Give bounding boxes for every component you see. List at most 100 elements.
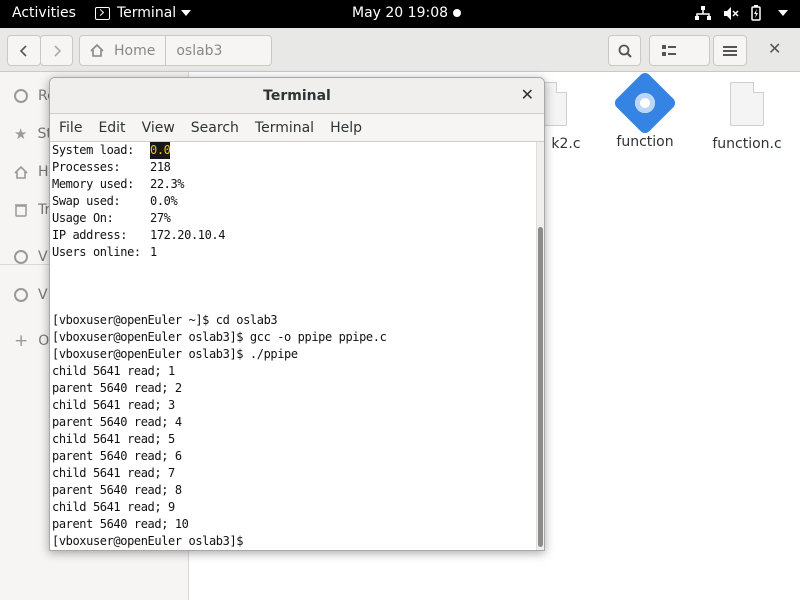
sidebar-item-label: O	[38, 333, 50, 349]
network-icon	[695, 5, 711, 20]
path-current[interactable]: oslab3	[166, 36, 271, 65]
file-name: function	[616, 134, 674, 150]
clock[interactable]: May 20 19:08	[352, 5, 448, 21]
search-button[interactable]	[608, 35, 641, 66]
terminal-line: parent 5640 read; 2	[52, 381, 182, 395]
sysinfo-value: 22.3%	[150, 177, 185, 191]
sysinfo-label: Memory used:	[52, 177, 134, 191]
document-icon	[730, 82, 764, 126]
system-menu-chevron-icon	[778, 10, 788, 16]
hamburger-icon	[723, 45, 737, 56]
clock-icon	[14, 89, 28, 103]
sidebar-item-volume-1[interactable]: VI	[14, 247, 52, 267]
scrollbar-thumb[interactable]	[538, 227, 543, 547]
sidebar-item-volume-2[interactable]: VI	[14, 285, 52, 305]
path-bar[interactable]: Home oslab3	[79, 35, 272, 66]
terminal-icon	[95, 6, 110, 20]
sidebar-item-trash[interactable]: Tr	[14, 200, 50, 220]
sysinfo-row: Swap used: 0.0%	[52, 193, 178, 210]
terminal-line: child 5641 read; 5	[52, 432, 175, 446]
sysinfo-label: System load:	[52, 143, 134, 157]
terminal-menubar: File Edit View Search Terminal Help	[50, 114, 544, 142]
sysinfo-value: 172.20.10.4	[150, 228, 226, 242]
sysinfo-label: IP address:	[52, 228, 128, 242]
system-tray[interactable]	[695, 5, 788, 21]
file-name: k2.c	[551, 136, 581, 152]
terminal-output[interactable]: System load: 0.0 Processes: 218 Memory use…	[50, 142, 536, 550]
terminal-prompt-line: [vboxuser@openEuler oslab3]$	[52, 534, 244, 548]
sidebar-item-label: H	[38, 164, 49, 180]
menu-view[interactable]: View	[142, 120, 175, 136]
path-current-label: oslab3	[176, 42, 223, 59]
terminal-line: child 5641 read; 7	[52, 466, 175, 480]
sysinfo-value: 0.0	[150, 142, 171, 159]
menu-terminal[interactable]: Terminal	[255, 120, 314, 136]
terminal-line: child 5641 read; 3	[52, 398, 175, 412]
sysinfo-row: Memory used: 22.3%	[52, 176, 185, 193]
app-menu[interactable]: Terminal	[95, 5, 192, 21]
sidebar-item-home[interactable]: H	[14, 162, 49, 182]
sysinfo-value: 0.0%	[150, 194, 178, 208]
terminal-line: [vboxuser@openEuler ~]$ cd oslab3	[52, 313, 278, 327]
menu-file[interactable]: File	[59, 120, 82, 136]
sysinfo-label: Processes:	[52, 160, 121, 174]
disc-icon	[14, 288, 28, 302]
executable-icon	[612, 70, 678, 136]
sidebar-item-starred[interactable]: ★ St	[14, 124, 52, 144]
app-menu-label: Terminal	[117, 5, 177, 21]
disc-icon	[14, 250, 28, 264]
file-item[interactable]: function	[595, 70, 695, 150]
terminal-scrollbar[interactable]	[536, 142, 544, 550]
terminal-line: parent 5640 read; 8	[52, 483, 182, 497]
home-icon	[14, 165, 28, 179]
plus-icon: +	[14, 331, 29, 351]
sidebar-item-other-locations[interactable]: + O	[14, 331, 49, 351]
terminal-title: Terminal	[263, 88, 331, 104]
home-icon	[90, 44, 104, 57]
sysinfo-row: IP address: 172.20.10.4	[52, 227, 225, 244]
terminal-line: parent 5640 read; 4	[52, 415, 182, 429]
menu-search[interactable]: Search	[191, 120, 239, 136]
file-item[interactable]: function.c	[697, 82, 797, 152]
terminal-line: [vboxuser@openEuler oslab3]$ ./ppipe	[52, 347, 298, 361]
files-headerbar: Home oslab3 ✕	[0, 28, 800, 72]
menu-edit[interactable]: Edit	[98, 120, 125, 136]
file-name: function.c	[712, 136, 782, 152]
path-home-label: Home	[114, 42, 156, 59]
close-icon[interactable]: ✕	[521, 85, 534, 104]
chevron-right-icon	[53, 44, 61, 57]
search-icon	[618, 44, 632, 58]
sysinfo-label: Usage On:	[52, 211, 114, 225]
close-window-button[interactable]: ✕	[768, 39, 781, 58]
activities-button[interactable]: Activities	[12, 5, 76, 21]
terminal-titlebar[interactable]: Terminal ✕	[50, 78, 544, 114]
forward-button[interactable]	[40, 35, 73, 66]
chevron-left-icon	[19, 44, 27, 57]
sysinfo-value: 27%	[150, 211, 171, 225]
terminal-line: child 5641 read; 1	[52, 364, 175, 378]
sysinfo-value: 218	[150, 160, 171, 174]
path-home[interactable]: Home	[80, 36, 167, 65]
sysinfo-label: Swap used:	[52, 194, 121, 208]
terminal-line: parent 5640 read; 10	[52, 517, 189, 531]
sysinfo-row: Users online: 1	[52, 244, 157, 261]
battery-icon	[751, 5, 761, 21]
sysinfo-value: 1	[150, 245, 157, 259]
terminal-line: [vboxuser@openEuler oslab3]$ gcc -o ppip…	[52, 330, 387, 344]
terminal-window[interactable]: Terminal ✕ File Edit View Search Termina…	[49, 77, 545, 551]
view-options-button[interactable]	[649, 35, 710, 66]
notification-dot-icon	[453, 9, 461, 17]
sysinfo-row: Usage On: 27%	[52, 210, 171, 227]
menu-help[interactable]: Help	[330, 120, 362, 136]
back-button[interactable]	[7, 35, 41, 66]
terminal-line: parent 5640 read; 6	[52, 449, 182, 463]
sysinfo-row: System load: 0.0	[52, 142, 171, 159]
terminal-line: child 5641 read; 9	[52, 500, 175, 514]
volume-muted-icon	[724, 6, 739, 20]
trash-icon	[15, 204, 27, 217]
sysinfo-row: Processes: 218	[52, 159, 171, 176]
star-icon: ★	[14, 125, 28, 143]
sysinfo-label: Users online:	[52, 245, 141, 259]
menu-button[interactable]	[713, 35, 747, 66]
top-bar: Activities Terminal May 20 19:08	[0, 0, 800, 28]
